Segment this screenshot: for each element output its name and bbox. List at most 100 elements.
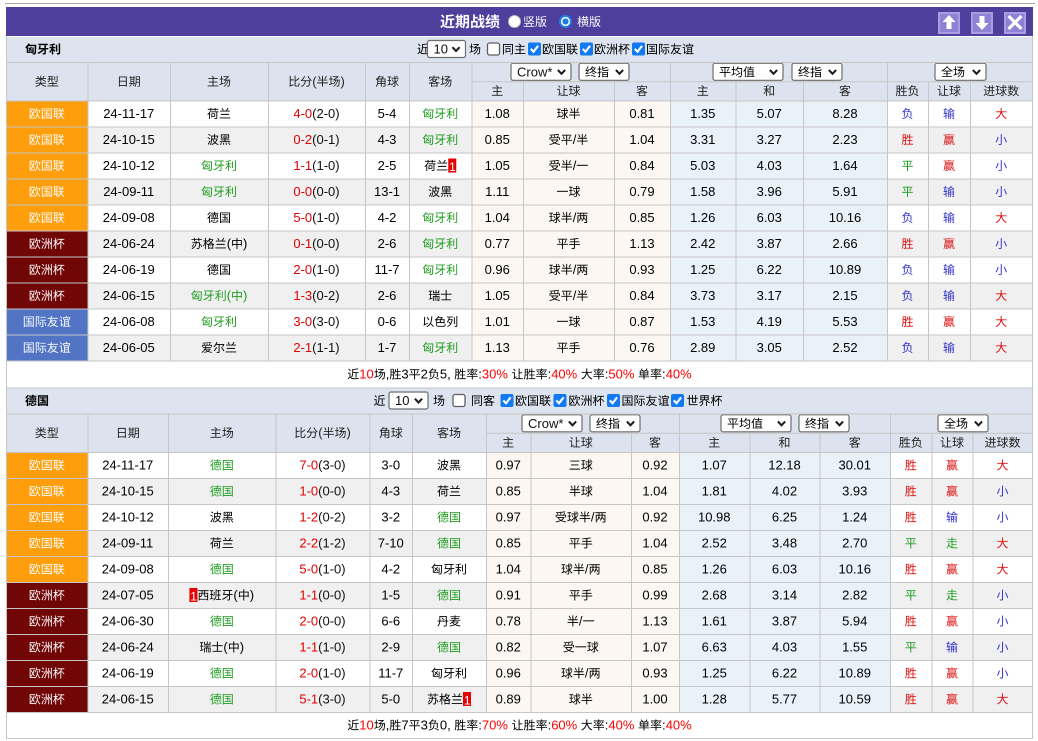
svg-text:/: /	[573, 288, 577, 303]
svg-text:1.61: 1.61	[702, 614, 727, 629]
svg-text:4-2: 4-2	[381, 562, 400, 577]
svg-text:0.97: 0.97	[496, 510, 521, 525]
svg-text:3.05: 3.05	[757, 340, 782, 355]
svg-text:4-2: 4-2	[378, 210, 397, 225]
svg-text:0.81: 0.81	[629, 106, 654, 121]
svg-text:40%: 40%	[608, 718, 634, 733]
svg-text:2.66: 2.66	[832, 236, 857, 251]
svg-text:24-06-24: 24-06-24	[102, 640, 154, 655]
svg-text:0.89: 0.89	[496, 692, 521, 707]
svg-text:1.08: 1.08	[485, 106, 510, 121]
svg-text:): )	[243, 288, 247, 303]
svg-text:1.01: 1.01	[485, 314, 510, 329]
svg-text:(: (	[233, 588, 238, 603]
svg-text:1.25: 1.25	[702, 666, 727, 681]
svg-text:24-10-12: 24-10-12	[103, 158, 155, 173]
svg-text:2-6: 2-6	[378, 288, 397, 303]
svg-text:(0-0): (0-0)	[312, 184, 339, 199]
svg-text:5-0: 5-0	[381, 692, 400, 707]
svg-text:(: (	[227, 236, 232, 251]
svg-text:4-0: 4-0	[293, 106, 312, 121]
svg-text:1-7: 1-7	[378, 340, 397, 355]
svg-text:1.13: 1.13	[642, 614, 667, 629]
svg-text:2.68: 2.68	[702, 588, 727, 603]
svg-text:11-7: 11-7	[374, 262, 399, 277]
svg-text:0.97: 0.97	[496, 458, 521, 473]
svg-text:2-1: 2-1	[293, 340, 312, 355]
svg-text:1.81: 1.81	[702, 484, 727, 499]
svg-text:(: (	[318, 425, 323, 440]
svg-text:1-5: 1-5	[381, 588, 400, 603]
svg-text:0.92: 0.92	[642, 510, 667, 525]
svg-text:0.87: 0.87	[629, 314, 654, 329]
svg-text:0-0: 0-0	[293, 184, 312, 199]
svg-text:/: /	[585, 666, 589, 681]
svg-text:5.07: 5.07	[757, 106, 782, 121]
svg-text:5-0: 5-0	[299, 562, 318, 577]
svg-text:5-4: 5-4	[378, 106, 397, 121]
svg-text:/: /	[591, 510, 595, 525]
svg-text:2: 2	[421, 367, 428, 382]
svg-text:(0-0): (0-0)	[318, 588, 345, 603]
svg-text:(: (	[223, 640, 228, 655]
svg-text:6.63: 6.63	[702, 640, 727, 655]
svg-text:6.25: 6.25	[772, 510, 797, 525]
svg-text:1.28: 1.28	[702, 692, 727, 707]
svg-text:2.52: 2.52	[832, 340, 857, 355]
svg-text:24-10-15: 24-10-15	[102, 484, 154, 499]
svg-text:5.53: 5.53	[832, 314, 857, 329]
svg-text:3.17: 3.17	[757, 288, 782, 303]
svg-text:2.89: 2.89	[690, 340, 715, 355]
svg-text:0.93: 0.93	[629, 262, 654, 277]
svg-text:2-5: 2-5	[378, 158, 397, 173]
svg-text:(2-0): (2-0)	[312, 106, 339, 121]
svg-text:0.96: 0.96	[485, 262, 510, 277]
svg-text:7: 7	[401, 718, 408, 733]
svg-text:1: 1	[190, 590, 197, 604]
svg-text:(1-0): (1-0)	[318, 666, 345, 681]
svg-text:2.52: 2.52	[702, 536, 727, 551]
svg-text:): )	[243, 236, 247, 251]
svg-text:3: 3	[401, 367, 408, 382]
svg-text:7-10: 7-10	[378, 536, 404, 551]
svg-text:): )	[250, 588, 254, 603]
svg-text:0.78: 0.78	[496, 614, 521, 629]
svg-text:24-09-08: 24-09-08	[103, 210, 155, 225]
svg-text:10.89: 10.89	[829, 262, 862, 277]
svg-text:1.26: 1.26	[702, 562, 727, 577]
svg-text:3.96: 3.96	[757, 184, 782, 199]
svg-text:3.14: 3.14	[772, 588, 797, 603]
svg-text:0.85: 0.85	[496, 484, 521, 499]
svg-text:,: ,	[386, 367, 390, 382]
svg-text:1.05: 1.05	[485, 288, 510, 303]
svg-text:5,: 5,	[440, 367, 451, 382]
svg-text:70%: 70%	[482, 718, 508, 733]
svg-text:2-6: 2-6	[378, 236, 397, 251]
svg-text:5-0: 5-0	[293, 210, 312, 225]
svg-text:(1-1): (1-1)	[312, 340, 339, 355]
svg-text:3-2: 3-2	[381, 510, 400, 525]
svg-text:2.23: 2.23	[832, 132, 857, 147]
svg-text:5.91: 5.91	[832, 184, 857, 199]
svg-text:60%: 60%	[551, 718, 577, 733]
svg-text:10: 10	[434, 42, 448, 57]
svg-text:(1-0): (1-0)	[312, 262, 339, 277]
svg-text:0.85: 0.85	[496, 536, 521, 551]
svg-text:(1-0): (1-0)	[312, 158, 339, 173]
svg-text:3.73: 3.73	[690, 288, 715, 303]
svg-text:1.64: 1.64	[832, 158, 857, 173]
svg-text:): )	[347, 425, 351, 440]
svg-text:(3-0): (3-0)	[318, 458, 345, 473]
svg-text:3.87: 3.87	[772, 614, 797, 629]
svg-text:1-0: 1-0	[299, 484, 318, 499]
svg-text:7-0: 7-0	[299, 458, 318, 473]
svg-text:2-0: 2-0	[293, 262, 312, 277]
svg-text:1.04: 1.04	[629, 132, 654, 147]
svg-text:2.15: 2.15	[832, 288, 857, 303]
svg-text:24-06-15: 24-06-15	[103, 288, 155, 303]
svg-text:0.84: 0.84	[629, 288, 654, 303]
svg-text:24-10-15: 24-10-15	[103, 132, 155, 147]
svg-text:4-3: 4-3	[381, 484, 400, 499]
svg-text:1.00: 1.00	[642, 692, 667, 707]
svg-text:40%: 40%	[551, 367, 577, 382]
